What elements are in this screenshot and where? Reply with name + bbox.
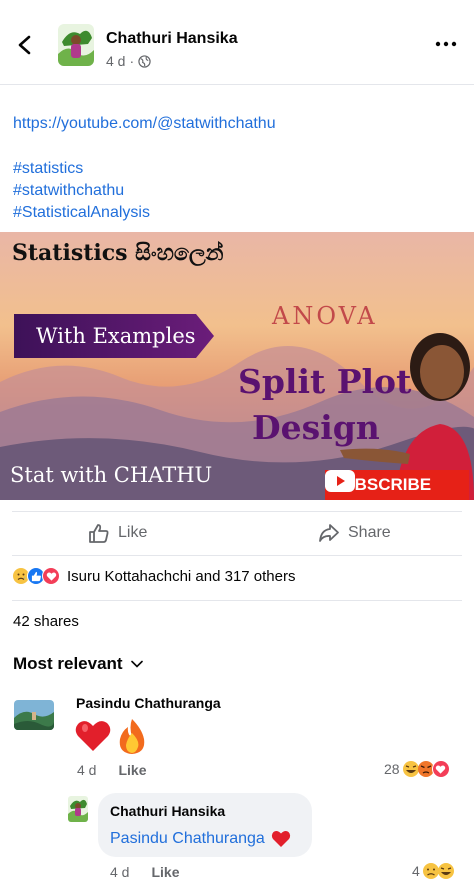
post-text: https://youtube.com/@statwithchathu #sta… (13, 113, 276, 224)
thumbnail-brand: Stat with CHATHU (10, 463, 213, 487)
fire-emoji (119, 719, 145, 754)
reply-time[interactable]: 4 d (110, 864, 129, 880)
love-icon (431, 760, 450, 778)
comment-body (74, 717, 150, 755)
chevron-left-icon[interactable] (14, 34, 36, 56)
love-icon (42, 567, 60, 585)
reactions-summary[interactable]: Isuru Kottahachchi and 317 others (12, 567, 296, 585)
hashtag-statistics[interactable]: #statistics (13, 158, 276, 180)
share-button[interactable]: Share (318, 522, 391, 544)
thumbnail-title: Statistics සිංහලෙන් (12, 240, 224, 266)
post-meta: 4 d · (106, 53, 151, 69)
reactions-text: Isuru Kottahachchi and 317 others (67, 567, 296, 585)
comment-reaction-count: 28 (384, 761, 400, 777)
hashtag-statwithchathu[interactable]: #statwithchathu (13, 180, 276, 202)
thumbnail-line2: Design (252, 408, 380, 447)
reply-body: Pasindu Chathuranga (110, 829, 291, 849)
comment-reactions[interactable]: 28 (384, 760, 450, 778)
chevron-down-icon (130, 660, 143, 668)
reply-author-avatar[interactable] (68, 796, 88, 822)
more-horizontal-icon[interactable] (434, 36, 458, 52)
post-header: Chathuri Hansika 4 d · (0, 0, 474, 88)
reply-like-button[interactable]: Like (151, 864, 179, 880)
author-name[interactable]: Chathuri Hansika (106, 30, 238, 48)
share-arrow-icon (319, 524, 339, 542)
thumbnail-line1: Split Plot (238, 362, 412, 401)
like-label: Like (118, 524, 148, 541)
comment-time[interactable]: 4 d (77, 762, 96, 778)
actions-bottom-divider (12, 555, 462, 556)
thumbnail-subtitle: ANOVA (272, 302, 378, 330)
share-label: Share (348, 524, 391, 541)
commenter-avatar[interactable] (14, 700, 54, 730)
reply-reaction-count: 4 (412, 863, 420, 879)
thumbnail-examples-label: With Examples (36, 324, 196, 348)
reply-bubble: Chathuri Hansika Pasindu Chathuranga (98, 793, 312, 857)
like-button[interactable]: Like (88, 522, 147, 544)
author-avatar[interactable] (58, 24, 94, 66)
reply-mention[interactable]: Pasindu Chathuranga (110, 830, 265, 848)
comment-sort-dropdown[interactable]: Most relevant (13, 654, 143, 674)
comment-like-button[interactable]: Like (118, 762, 146, 778)
laugh-emoji-icon (437, 863, 454, 879)
comment-meta: 4 d Like (77, 762, 146, 778)
sort-label: Most relevant (13, 654, 123, 673)
red-heart-emoji (271, 831, 290, 847)
globe-icon (138, 54, 151, 68)
thumbs-up-icon (89, 524, 109, 543)
actions-top-divider (12, 511, 462, 512)
reply-author[interactable]: Chathuri Hansika (110, 803, 225, 819)
post-time[interactable]: 4 d (106, 53, 125, 69)
meta-separator: · (129, 53, 135, 69)
comment-author[interactable]: Pasindu Chathuranga (76, 695, 221, 711)
reply-meta: 4 d Like (110, 864, 179, 880)
reactions-divider (12, 600, 462, 601)
red-heart-emoji (75, 721, 111, 751)
shares-count[interactable]: 42 shares (13, 613, 79, 630)
hashtag-statisticalanalysis[interactable]: #StatisticalAnalysis (13, 202, 276, 224)
subscribe-badge: SUBSCRIBE (325, 470, 469, 500)
youtube-link[interactable]: https://youtube.com/@statwithchathu (13, 113, 276, 135)
youtube-icon (325, 470, 355, 492)
header-divider (0, 84, 474, 85)
reply-reactions[interactable]: 4 (412, 862, 455, 880)
